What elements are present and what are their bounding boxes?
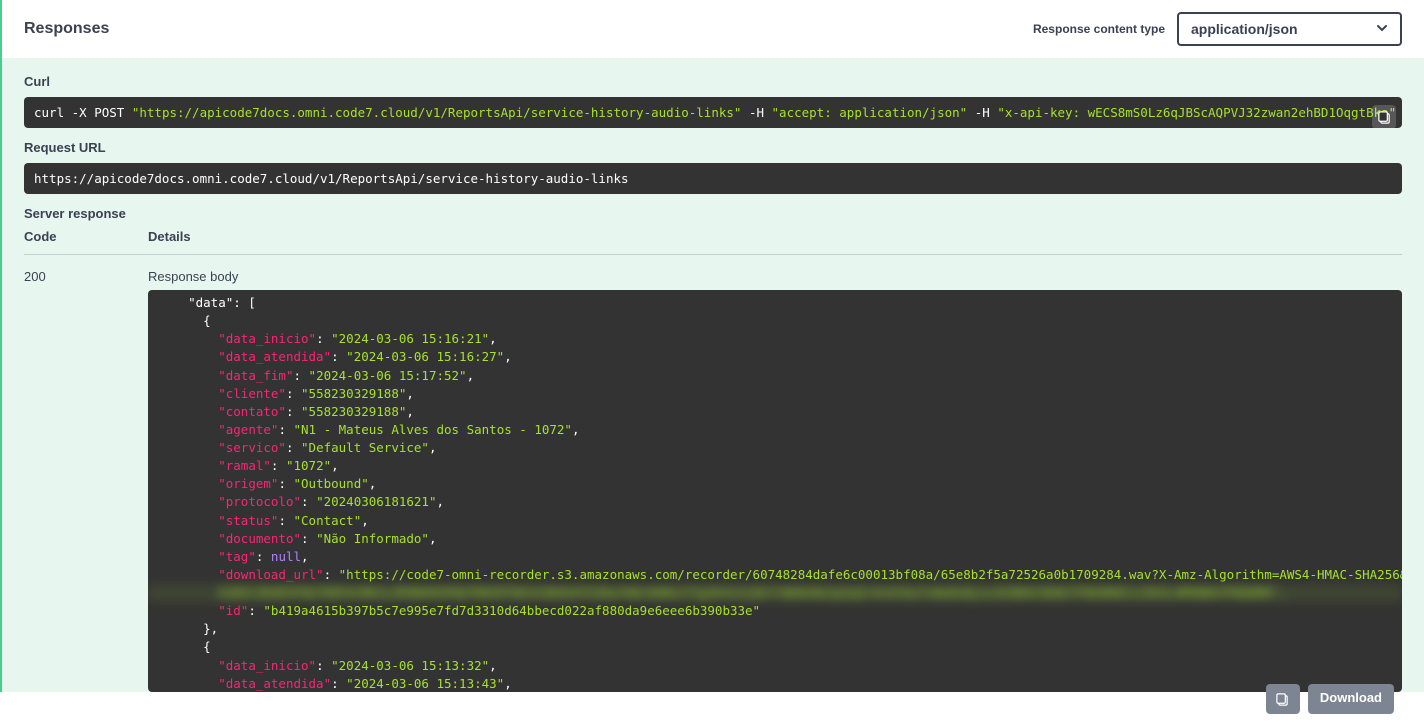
details-header: Details: [148, 229, 191, 244]
json-line: "data_inicio": "2024-03-06 15:16:21",: [148, 330, 1402, 348]
responses-header: Responses Response content type applicat…: [0, 0, 1424, 58]
json-line: "servico": "Default Service",: [148, 439, 1402, 457]
json-line: "download_url": "https://code7-omni-reco…: [148, 566, 1402, 584]
json-line: A1B2C3D4E5F6G7H8I9J0K1L2M3N4O5P6Q7R8S9T0…: [148, 584, 1402, 602]
json-line: "id": "b419a4615b397b5c7e995e7fd7d3310d6…: [148, 602, 1402, 620]
server-response-label: Server response: [24, 206, 1402, 221]
json-line: "status": "Contact",: [148, 512, 1402, 530]
copy-icon[interactable]: [1372, 105, 1396, 128]
code-header: Code: [24, 229, 88, 244]
json-line: "data_atendida": "2024-03-06 15:13:43",: [148, 675, 1402, 692]
copy-response-icon[interactable]: [1266, 684, 1300, 714]
json-line: "data_fim": "2024-03-06 15:17:52",: [148, 367, 1402, 385]
json-line: "cliente": "558230329188",: [148, 385, 1402, 403]
status-code: 200: [24, 269, 88, 692]
column-headers: Code Details: [24, 229, 1402, 255]
response-body-label: Response body: [148, 269, 1402, 284]
json-line: "ramal": "1072",: [148, 457, 1402, 475]
response-actions: Download: [1266, 684, 1394, 714]
curl-flag2: -H: [967, 105, 997, 120]
request-url-value: https://apicode7docs.omni.code7.cloud/v1…: [24, 163, 1402, 194]
curl-header1: "accept: application/json": [772, 105, 968, 120]
curl-flag3: -H: [1396, 105, 1402, 120]
curl-header2: "x-api-key: wECS8mS0Lz6qJBScAQPVJ32zwan2…: [997, 105, 1396, 120]
content-type-value: application/json: [1191, 21, 1298, 37]
chevron-down-icon: [1376, 21, 1388, 37]
json-line: {: [148, 312, 1402, 330]
json-line: "contato": "558230329188",: [148, 403, 1402, 421]
curl-label: Curl: [24, 74, 1402, 89]
content-type-wrapper: Response content type application/json: [1033, 12, 1402, 46]
details-column: Response body "data": [ { "data_inicio":…: [148, 269, 1402, 692]
response-section: Curl curl -X POST "https://apicode7docs.…: [0, 58, 1424, 692]
curl-url: "https://apicode7docs.omni.code7.cloud/v…: [132, 105, 742, 120]
json-line: "data_atendida": "2024-03-06 15:16:27",: [148, 348, 1402, 366]
content-type-select[interactable]: application/json: [1177, 12, 1402, 46]
json-line: "tag": null,: [148, 548, 1402, 566]
json-line: "data_inicio": "2024-03-06 15:13:32",: [148, 657, 1402, 675]
curl-prefix: curl -X POST: [34, 105, 132, 120]
json-line: },: [148, 620, 1402, 638]
json-line: "documento": "Não Informado",: [148, 530, 1402, 548]
curl-command: curl -X POST "https://apicode7docs.omni.…: [24, 97, 1402, 128]
response-body[interactable]: "data": [ { "data_inicio": "2024-03-06 1…: [148, 290, 1402, 692]
content-type-label: Response content type: [1033, 22, 1165, 36]
json-line: {: [148, 638, 1402, 656]
request-url-label: Request URL: [24, 140, 1402, 155]
json-line: "protocolo": "20240306181621",: [148, 493, 1402, 511]
json-line: "agente": "N1 - Mateus Alves dos Santos …: [148, 421, 1402, 439]
curl-flag1: -H: [741, 105, 771, 120]
json-line: "origem": "Outbound",: [148, 475, 1402, 493]
json-line: "data": [: [148, 294, 1402, 312]
curl-scroll[interactable]: curl -X POST "https://apicode7docs.omni.…: [24, 97, 1402, 128]
response-row: 200 Response body "data": [ { "data_inic…: [24, 269, 1402, 692]
responses-title: Responses: [24, 20, 109, 38]
download-button[interactable]: Download: [1308, 684, 1394, 714]
